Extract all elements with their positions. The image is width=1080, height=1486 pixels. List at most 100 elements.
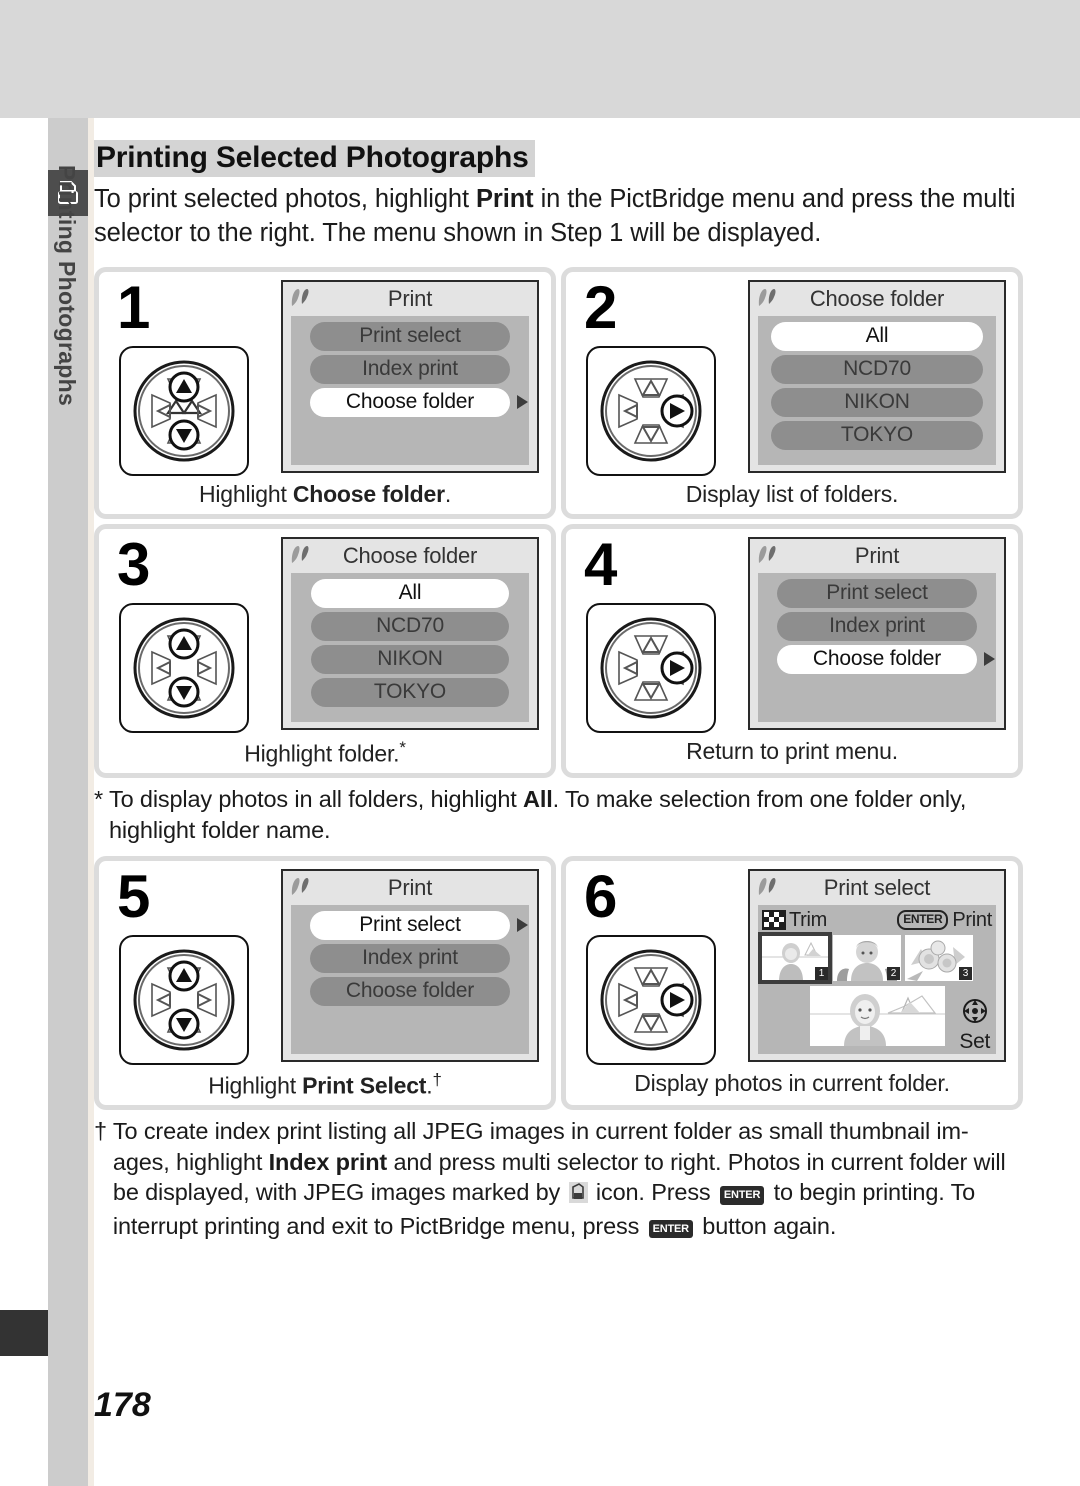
menu-item-label: Index print [362, 357, 458, 381]
step-caption: Highlight Choose folder. [109, 481, 541, 508]
chapter-tab-marker [0, 1310, 48, 1356]
page-top-band [0, 0, 1080, 118]
intro-paragraph: To print selected photos, highlight Prin… [94, 183, 1024, 251]
thumbnail-badge: 2 [887, 966, 900, 980]
sidebar-chapter-label: Printing Photographs [54, 165, 81, 407]
multi-selector-dial-right-icon [586, 602, 716, 733]
lcd-title: Print [387, 285, 433, 311]
intro-bold-print: Print [475, 185, 534, 213]
step-row-1: 1 Print Print select Index print Choose … [94, 266, 1024, 519]
menu-item-nikon[interactable]: NIKON [311, 644, 509, 674]
menu-item-print-select[interactable]: Print select [310, 321, 510, 351]
page-content: Printing Selected Photographs To print s… [94, 118, 1080, 1241]
preview-image [809, 985, 945, 1046]
lcd-menu: Print select Index print Choose folder [291, 904, 529, 1054]
multi-selector-dial-updown-icon [119, 602, 249, 733]
menu-item-label: All [865, 324, 889, 348]
footnote-part: button again. [695, 1212, 837, 1239]
step-grid: 1 Print Print select Index print Choose … [94, 266, 1024, 779]
multi-selector-dial-updown-icon [119, 345, 249, 476]
menu-item-label: Print select [359, 913, 461, 937]
menu-item-label: Index print [829, 614, 925, 638]
menu-item-print-select[interactable]: Print select [777, 578, 977, 608]
lcd-menu: All NCD70 NIKON TOKYO [758, 315, 996, 465]
step-box-5: 5 Print Print select Index print Choose … [94, 855, 556, 1111]
caption-bold: Choose folder [292, 480, 445, 507]
menu-item-label: NIKON [844, 390, 910, 414]
step-grid-2: 5 Print Print select Index print Choose … [94, 855, 1024, 1111]
lcd-screen: Print Print select Index print Choose fo… [281, 868, 539, 1062]
jpeg-print-icon [568, 1180, 588, 1211]
pictbridge-logo-icon [758, 545, 776, 563]
submenu-arrow-icon [517, 395, 528, 410]
caption-text: Highlight folder. [244, 740, 400, 767]
menu-item-print-select[interactable]: Print select [310, 910, 528, 940]
menu-item-all[interactable]: All [771, 321, 983, 351]
lcd-screen: Print Print select Index print Choose fo… [281, 279, 539, 473]
multi-selector-dial-right-icon [586, 345, 716, 476]
caption-text: Return to print menu. [686, 737, 898, 764]
caption-footnote-marker: * [399, 737, 406, 757]
menu-item-ncd70[interactable]: NCD70 [771, 354, 983, 384]
lcd-title: Print select [823, 874, 931, 900]
menu-item-all[interactable]: All [311, 578, 509, 608]
pictbridge-logo-icon [758, 288, 776, 306]
trim-label: Trim [789, 908, 828, 931]
menu-item-label: TOKYO [373, 680, 447, 704]
thumbnail-badge: 3 [959, 966, 972, 980]
enter-button-icon: ENTER [648, 1219, 693, 1239]
menu-item-label: Index print [362, 946, 458, 970]
print-select-body: Trim ENTER Print 1 2 3 Set [758, 904, 996, 1054]
step-box-3: 3 Choose folder All NCD70 NIKON TOKYO Hi… [94, 523, 556, 779]
thumbnail-3[interactable]: 3 [905, 934, 973, 981]
menu-item-choose-folder[interactable]: Choose folder [310, 387, 528, 417]
lcd-title: Choose folder [809, 285, 945, 311]
footnote-asterisk: * To display photos in all folders, high… [94, 784, 1024, 845]
menu-item-label: NCD70 [376, 614, 444, 638]
lcd-title: Print [387, 874, 433, 900]
footnote-text: To display photos in all folders, highli… [109, 784, 1024, 845]
step-number: 6 [584, 862, 618, 930]
menu-item-tokyo[interactable]: TOKYO [771, 420, 983, 450]
footnote-marker: † [94, 1118, 107, 1145]
footnote-bold: All [523, 786, 553, 813]
lcd-menu: Print select Index print Choose folder [758, 572, 996, 722]
pictbridge-logo-icon [291, 288, 309, 306]
multi-selector-dial-right-icon [586, 934, 716, 1065]
step-box-6: 6 Print select Trim ENTER Print 1 2 3 Se… [561, 855, 1023, 1111]
step-number: 5 [117, 862, 151, 930]
pictbridge-logo-icon [291, 545, 309, 563]
thumbnail-1[interactable]: 1 [758, 931, 832, 984]
menu-item-tokyo[interactable]: TOKYO [311, 677, 509, 707]
caption-footnote-marker: † [432, 1069, 442, 1089]
menu-item-ncd70[interactable]: NCD70 [311, 611, 509, 641]
page-number: 178 [94, 1386, 151, 1424]
caption-text: Display list of folders. [685, 480, 899, 507]
lcd-screen-print-select: Print select Trim ENTER Print 1 2 3 Set [748, 868, 1006, 1062]
step-caption: Return to print menu. [576, 738, 1008, 765]
multi-selector-set-icon [962, 998, 987, 1023]
menu-item-label: Choose folder [345, 390, 475, 414]
step-caption: Display list of folders. [576, 481, 1008, 508]
menu-item-index-print[interactable]: Index print [310, 943, 510, 973]
enter-button-icon: ENTER [719, 1186, 765, 1205]
menu-item-choose-folder[interactable]: Choose folder [777, 644, 995, 674]
lcd-title: Choose folder [342, 542, 478, 568]
thumbnail-2[interactable]: 2 [833, 934, 901, 981]
lcd-screen: Choose folder All NCD70 NIKON TOKYO [281, 536, 539, 730]
footnote-part: icon. Press [589, 1179, 717, 1206]
footnote-part: To display photos in all folders, highli… [109, 786, 524, 813]
menu-item-index-print[interactable]: Index print [777, 611, 977, 641]
menu-item-label: Print select [826, 581, 928, 605]
step-box-1: 1 Print Print select Index print Choose … [94, 266, 556, 519]
step-caption: Highlight Print Select.† [109, 1070, 541, 1100]
menu-item-index-print[interactable]: Index print [310, 354, 510, 384]
menu-item-choose-folder[interactable]: Choose folder [310, 976, 510, 1006]
submenu-arrow-icon [517, 918, 528, 933]
page-title: Printing Selected Photographs [94, 140, 535, 177]
submenu-arrow-icon [984, 652, 995, 667]
print-label: Print [952, 908, 992, 931]
step-number: 3 [117, 530, 151, 598]
menu-item-nikon[interactable]: NIKON [771, 387, 983, 417]
lcd-menu: Print select Index print Choose folder [291, 315, 529, 465]
